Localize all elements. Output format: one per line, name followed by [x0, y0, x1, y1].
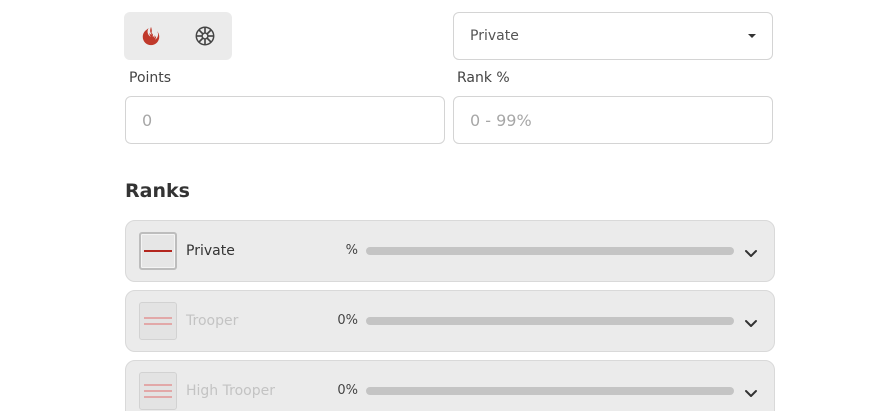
- points-label: Points: [129, 70, 172, 86]
- rank-select-value: Private: [470, 28, 519, 44]
- insignia-stripe: [144, 250, 172, 252]
- rank-percent: 0%: [337, 383, 358, 398]
- rank-progress-bar: [366, 387, 734, 395]
- rank-progress-bar: [366, 317, 734, 325]
- rebel-faction-button[interactable]: [124, 12, 178, 60]
- rank-name: Private: [186, 243, 235, 259]
- rank-percent-label: Rank %: [457, 70, 510, 86]
- chevron-down-icon[interactable]: [744, 385, 758, 397]
- rank-name: High Trooper: [186, 383, 275, 399]
- rank-insignia-icon: [139, 232, 177, 270]
- rank-progress-bar: [366, 247, 734, 255]
- insignia-stripe: [144, 396, 172, 398]
- points-input[interactable]: [125, 96, 445, 144]
- insignia-stripe: [144, 317, 172, 319]
- rank-card[interactable]: High Trooper 0%: [125, 360, 775, 411]
- rank-percent: 0%: [337, 313, 358, 328]
- caret-down-icon: [748, 34, 756, 38]
- rank-card[interactable]: Private%: [125, 220, 775, 282]
- rank-percent-input[interactable]: [453, 96, 773, 144]
- chevron-down-icon[interactable]: [744, 315, 758, 327]
- chevron-down-icon[interactable]: [744, 245, 758, 257]
- faction-toggle: [124, 12, 232, 60]
- empire-faction-button[interactable]: [178, 12, 232, 60]
- insignia-stripe: [144, 390, 172, 392]
- insignia-stripe: [144, 384, 172, 386]
- rebel-alliance-icon: [142, 26, 160, 46]
- rank-select[interactable]: Private: [453, 12, 773, 60]
- rank-percent: %: [345, 243, 358, 258]
- rank-insignia-icon: [139, 372, 177, 410]
- galactic-empire-icon: [195, 26, 215, 46]
- ranks-heading: Ranks: [125, 180, 190, 202]
- insignia-stripe: [144, 323, 172, 325]
- rank-insignia-icon: [139, 302, 177, 340]
- rank-card[interactable]: Trooper 0%: [125, 290, 775, 352]
- rank-name: Trooper: [186, 313, 239, 329]
